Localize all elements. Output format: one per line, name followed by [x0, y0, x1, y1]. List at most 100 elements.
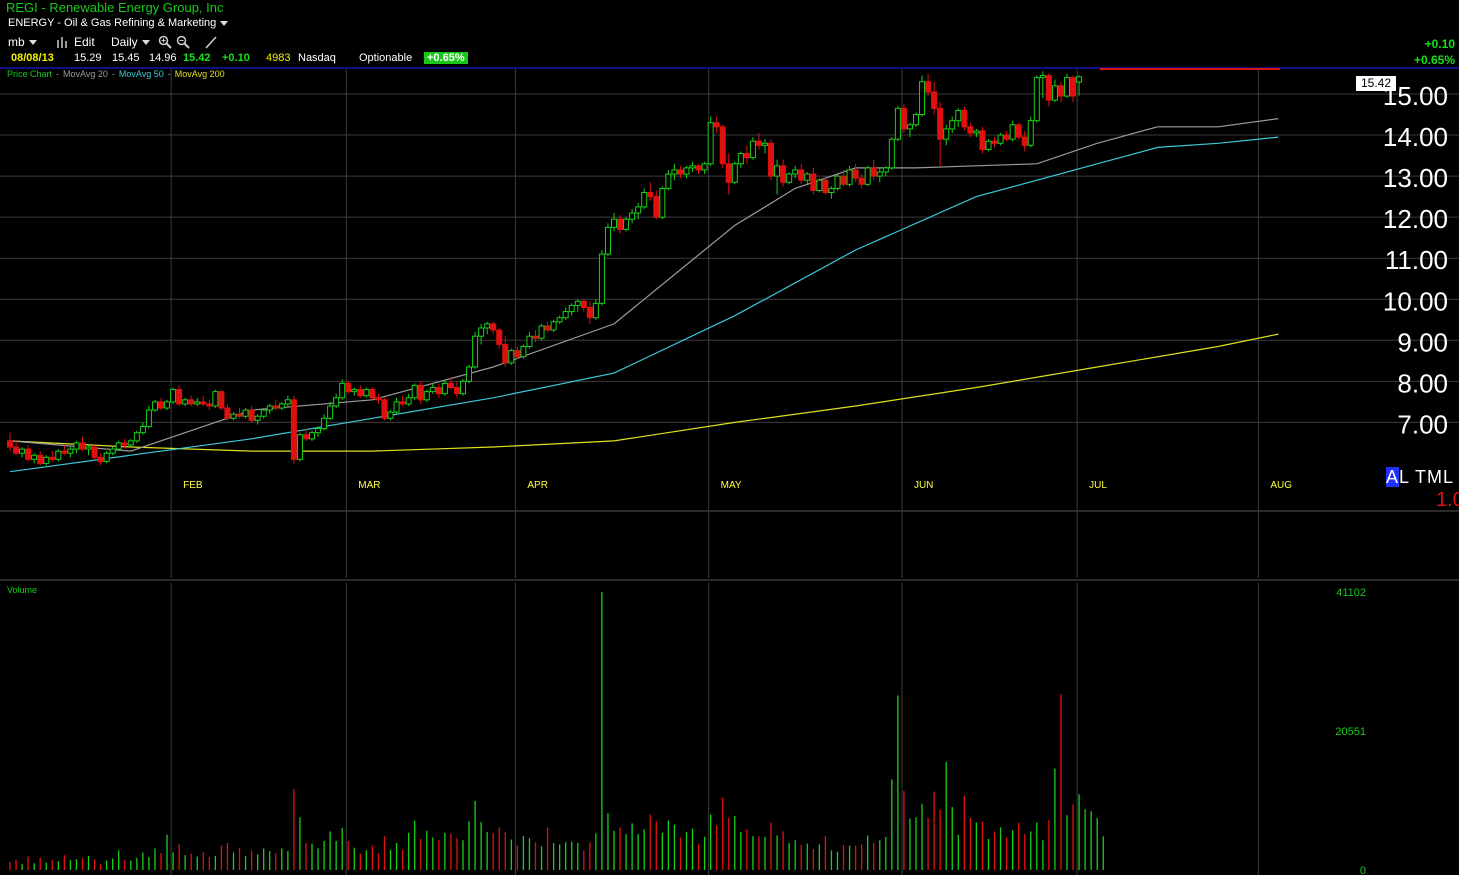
candle-body: [556, 317, 563, 323]
candle-body: [200, 401, 207, 405]
candle-body: [31, 454, 38, 460]
candle: [762, 139, 768, 154]
candle: [13, 440, 20, 456]
candle: [816, 178, 823, 193]
candle: [617, 215, 624, 234]
candle: [375, 393, 382, 404]
candle-body: [906, 124, 913, 130]
candle-body: [810, 173, 817, 191]
candle-body: [574, 300, 581, 306]
candle: [653, 190, 660, 220]
candle: [73, 440, 80, 454]
candle: [357, 385, 364, 398]
price-volume-chart[interactable]: 15.0014.0013.0012.0011.0010.009.008.007.…: [0, 0, 1459, 875]
ma200-line: [9, 333, 1279, 452]
candle-body: [357, 389, 364, 397]
candle-body: [133, 432, 140, 442]
candle: [876, 167, 883, 183]
candle: [200, 395, 207, 406]
candle: [864, 165, 871, 187]
candle-body: [532, 335, 539, 339]
candle-body: [79, 442, 86, 450]
candle: [1070, 75, 1077, 103]
candle-body: [309, 432, 315, 440]
candle: [538, 323, 545, 341]
candle-body: [852, 169, 859, 179]
ma20-line: [9, 118, 1279, 452]
candle-body: [236, 413, 243, 417]
candle: [925, 73, 932, 97]
candle: [629, 208, 636, 224]
candle-body: [345, 382, 352, 393]
candle-body: [115, 442, 122, 450]
candle-body: [604, 226, 611, 255]
candle-body: [659, 187, 666, 218]
candle-body: [647, 192, 654, 198]
candle-body: [919, 81, 926, 116]
candle-body: [85, 446, 92, 450]
candle: [61, 444, 68, 456]
volume-tick-label: 0: [1360, 865, 1366, 875]
candle-body: [611, 218, 617, 228]
candle: [345, 381, 352, 394]
x-tick-label: MAR: [358, 480, 380, 491]
candle-body: [731, 163, 738, 183]
candle: [127, 438, 134, 448]
candle-body: [182, 399, 189, 405]
volume-label: Volume: [7, 585, 38, 595]
candle: [321, 414, 328, 431]
candle: [25, 444, 32, 462]
candle-body: [13, 446, 20, 454]
candle: [230, 412, 237, 421]
x-tick-label: AUG: [1270, 480, 1292, 491]
candle-body: [411, 384, 418, 399]
candle-body: [1045, 75, 1052, 101]
candle-body: [91, 446, 98, 458]
candle: [780, 159, 787, 187]
candles: [7, 71, 1083, 466]
candle: [1009, 120, 1016, 142]
candle-body: [955, 109, 962, 122]
candle: [725, 153, 732, 195]
y-tick-label: 9.00: [1397, 327, 1448, 357]
candle: [453, 381, 460, 398]
candle-body: [447, 382, 454, 389]
candle-body: [985, 140, 992, 150]
y-tick-label: 11.00: [1385, 245, 1448, 275]
candle: [393, 397, 400, 415]
candle: [1051, 79, 1058, 103]
candle: [484, 321, 491, 335]
candle: [647, 182, 654, 201]
candle: [67, 447, 74, 458]
candle: [266, 403, 273, 415]
candle: [973, 128, 980, 138]
candle: [278, 401, 285, 411]
candle: [333, 393, 340, 409]
candle: [659, 186, 666, 220]
candle: [472, 332, 479, 370]
candle-body: [683, 167, 690, 175]
candle-body: [37, 454, 44, 464]
candle-body: [266, 405, 273, 411]
candle: [327, 401, 334, 421]
x-tick-label: JUN: [914, 480, 933, 491]
candle-body: [870, 167, 877, 177]
candle-body: [665, 173, 672, 189]
candle-body: [798, 169, 805, 181]
candle: [1015, 122, 1022, 140]
candle-body: [61, 450, 68, 454]
candle-body: [417, 384, 424, 401]
candle-body: [544, 325, 551, 331]
candle-body: [846, 169, 853, 185]
candle: [997, 132, 1004, 146]
candle-body: [677, 169, 684, 175]
candle-body: [1009, 124, 1016, 140]
candle: [949, 116, 956, 133]
candle: [900, 104, 907, 133]
candle: [55, 449, 62, 462]
y-tick-label: 10.00: [1383, 286, 1448, 316]
candle-body: [121, 442, 128, 446]
candle-body: [913, 114, 919, 126]
candle: [417, 381, 424, 404]
candle: [466, 364, 473, 384]
